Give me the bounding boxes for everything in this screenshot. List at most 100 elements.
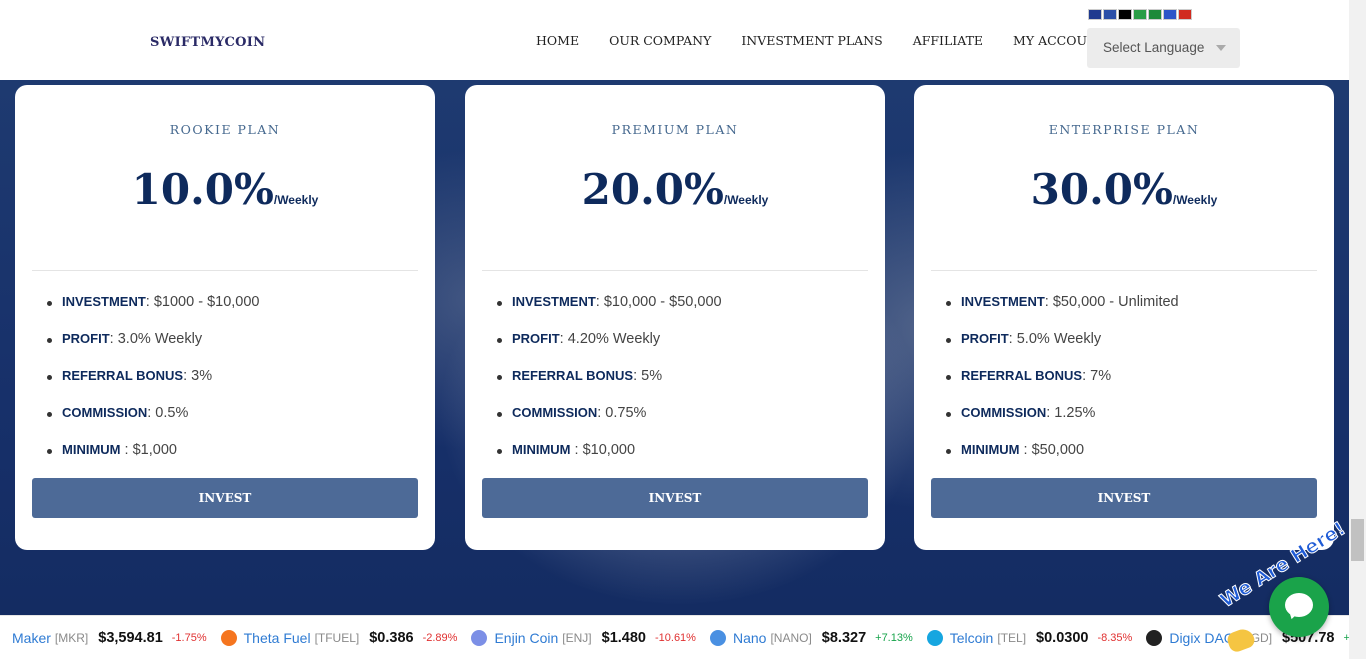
theta-fuel-icon xyxy=(220,629,237,646)
feature-separator: : xyxy=(1019,442,1032,458)
feature-separator: : xyxy=(1082,368,1091,384)
plan-rate: 10.0% xyxy=(131,165,274,214)
feature-key: MINIMUM xyxy=(62,442,121,457)
scrollbar-thumb[interactable] xyxy=(1351,519,1364,561)
feature-key: MINIMUM xyxy=(512,442,571,457)
telcoin-icon xyxy=(926,629,943,646)
feature-value: $1000 - $10,000 xyxy=(153,294,260,310)
feature-value: 3% xyxy=(191,368,213,384)
spain-flag-icon[interactable] xyxy=(1178,9,1192,20)
card-divider xyxy=(32,270,418,271)
ticker-coin-change: -1.75% xyxy=(171,631,207,644)
plan-card: PREMIUM PLAN 20.0%/Weekly INVESTMENT: $10,… xyxy=(465,85,885,550)
invest-button[interactable]: INVEST xyxy=(931,478,1317,518)
feature-value: $50,000 xyxy=(1031,442,1085,458)
feature-separator: : xyxy=(109,331,118,347)
ticker-coin-price: $3,594.81 xyxy=(98,629,163,646)
plan-feature: MINIMUM : $10,000 xyxy=(495,442,722,479)
germany-flag-icon[interactable] xyxy=(1118,9,1132,20)
feature-key: MINIMUM xyxy=(961,442,1020,457)
feature-separator: : xyxy=(1044,294,1053,310)
card-divider xyxy=(931,270,1317,271)
plan-feature: REFERRAL BONUS: 5% xyxy=(495,368,722,405)
main-nav: HOME OUR COMPANY INVESTMENT PLANS AFFILI… xyxy=(536,33,1136,48)
ticker-coin-symbol: [TFUEL] xyxy=(314,630,360,645)
russia-flag-icon[interactable] xyxy=(1163,9,1177,20)
site-header: SWIFTMYCOIN HOME OUR COMPANY INVESTMENT … xyxy=(0,0,1349,80)
feature-separator: : xyxy=(183,368,192,384)
feature-key: COMMISSION xyxy=(961,405,1047,420)
ticker-coin-symbol: [NANO] xyxy=(770,630,812,645)
plan-feature: INVESTMENT: $50,000 - Unlimited xyxy=(944,294,1179,331)
plan-rate-block: 30.0%/Weekly xyxy=(914,165,1334,214)
ticker-coin-price: $8.327 xyxy=(821,629,867,646)
language-select[interactable]: Select Language xyxy=(1087,28,1240,68)
portugal-flag-icon[interactable] xyxy=(1148,9,1162,20)
plan-feature: COMMISSION: 0.5% xyxy=(45,405,259,442)
uk-flag-icon[interactable] xyxy=(1088,9,1102,20)
card-divider xyxy=(482,270,868,271)
feature-key: PROFIT xyxy=(961,331,1009,346)
ticker-coin-price: $0.0300 xyxy=(1036,629,1089,646)
feature-separator: : xyxy=(633,368,642,384)
ticker-coin-symbol: [MKR] xyxy=(54,630,89,645)
feature-separator: : xyxy=(595,294,604,310)
ticker-coin-name: Enjin Coin xyxy=(494,629,559,646)
feature-value: 0.75% xyxy=(605,405,647,421)
plan-feature: PROFIT: 3.0% Weekly xyxy=(45,331,259,368)
plan-feature: MINIMUM : $1,000 xyxy=(45,442,259,479)
feature-separator: : xyxy=(570,442,583,458)
italy-flag-icon[interactable] xyxy=(1133,9,1147,20)
feature-value: 3.0% Weekly xyxy=(117,331,203,347)
ticker-coin-change: -2.89% xyxy=(422,631,458,644)
ticker-item[interactable]: Telcoin [TEL] $0.0300 -8.35% xyxy=(926,629,1132,646)
site-logo[interactable]: SWIFTMYCOIN xyxy=(150,35,265,50)
feature-key: REFERRAL BONUS xyxy=(62,368,184,383)
plan-period: /Weekly xyxy=(1172,193,1218,207)
invest-button[interactable]: INVEST xyxy=(482,478,868,518)
enjin-coin-icon xyxy=(471,629,488,646)
ticker-item[interactable]: Nano [NANO] $8.327 +7.13% xyxy=(709,629,913,646)
feature-value: 5% xyxy=(641,368,663,384)
feature-value: 5.0% Weekly xyxy=(1016,331,1102,347)
plan-rate: 30.0% xyxy=(1030,165,1173,214)
france-flag-icon[interactable] xyxy=(1103,9,1117,20)
feature-separator: : xyxy=(1008,331,1017,347)
ticker-item[interactable]: Theta Fuel [TFUEL] $0.386 -2.89% xyxy=(220,629,458,646)
nav-our-company[interactable]: OUR COMPANY xyxy=(609,33,711,48)
nav-home[interactable]: HOME xyxy=(536,33,579,48)
nav-investment-plans[interactable]: INVESTMENT PLANS xyxy=(741,33,882,48)
feature-value: $10,000 xyxy=(582,442,636,458)
plan-feature: REFERRAL BONUS: 7% xyxy=(944,368,1179,405)
feature-key: INVESTMENT xyxy=(961,294,1045,309)
feature-key: COMMISSION xyxy=(62,405,148,420)
plan-rate-block: 20.0%/Weekly xyxy=(465,165,885,214)
ticker-item[interactable]: Enjin Coin [ENJ] $1.480 -10.61% xyxy=(471,629,696,646)
plan-rate: 20.0% xyxy=(581,165,724,214)
language-select-value: Select Language xyxy=(1103,40,1205,55)
chat-button[interactable] xyxy=(1269,577,1329,637)
ticker-coin-name: Digix DAO xyxy=(1169,629,1235,646)
feature-key: PROFIT xyxy=(512,331,560,346)
plan-card: ROOKIE PLAN 10.0%/Weekly INVESTMENT: $1000… xyxy=(15,85,435,550)
plan-feature: COMMISSION: 0.75% xyxy=(495,405,722,442)
plan-features: INVESTMENT: $50,000 - Unlimited PROFIT: 5… xyxy=(944,294,1179,479)
plan-rate-block: 10.0%/Weekly xyxy=(15,165,435,214)
ticker-coin-name: Theta Fuel xyxy=(243,629,311,646)
feature-key: PROFIT xyxy=(62,331,110,346)
plan-feature: PROFIT: 5.0% Weekly xyxy=(944,331,1179,368)
plan-features: INVESTMENT: $1000 - $10,000 PROFIT: 3.0% … xyxy=(45,294,259,479)
feature-key: INVESTMENT xyxy=(512,294,596,309)
ticker-item[interactable]: Maker [MKR] $3,594.81 -1.75% xyxy=(12,630,207,646)
ticker-coin-symbol: [TEL] xyxy=(997,630,1027,645)
chevron-down-icon xyxy=(1216,45,1226,51)
plan-feature: COMMISSION: 1.25% xyxy=(944,405,1179,442)
plan-feature: PROFIT: 4.20% Weekly xyxy=(495,331,722,368)
language-flags xyxy=(1088,9,1192,20)
ticker-coin-name: Maker xyxy=(12,629,51,646)
nav-affiliate[interactable]: AFFILIATE xyxy=(913,33,983,48)
ticker-coin-name: Telcoin xyxy=(949,629,994,646)
invest-button[interactable]: INVEST xyxy=(32,478,418,518)
ticker-coin-change: +7.13% xyxy=(875,631,913,644)
feature-key: COMMISSION xyxy=(512,405,598,420)
